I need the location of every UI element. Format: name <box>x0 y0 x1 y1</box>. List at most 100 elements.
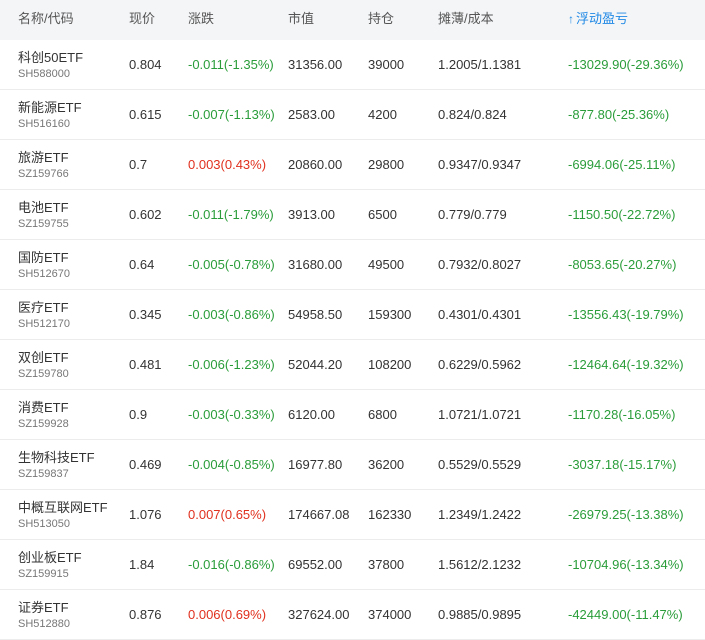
market-value: 52044.20 <box>288 357 343 372</box>
current-price: 0.469 <box>129 457 162 472</box>
fund-name: 消费ETF <box>18 400 69 415</box>
fund-name-code: 创业板ETF SZ159915 <box>18 540 128 589</box>
floating-pnl: -13029.90(-29.36%) <box>568 57 684 72</box>
fund-name-code: 双创ETF SZ159780 <box>18 340 128 389</box>
fund-name: 生物科技ETF <box>18 450 95 465</box>
floating-pnl: -1170.28(-16.05%) <box>568 407 676 422</box>
header-change[interactable]: 涨跌 <box>188 0 214 40</box>
price-change: -0.016(-0.86%) <box>188 557 275 572</box>
market-value: 2583.00 <box>288 107 335 122</box>
price-change: -0.005(-0.78%) <box>188 257 275 272</box>
price-change: -0.011(-1.79%) <box>188 207 274 222</box>
fund-name-code: 旅游ETF SZ159766 <box>18 140 128 189</box>
diluted-cost: 0.6229/0.5962 <box>438 357 522 372</box>
fund-code: SH516160 <box>18 118 70 130</box>
floating-pnl: -26979.25(-13.38%) <box>568 507 684 522</box>
price-change: 0.007(0.65%) <box>188 507 267 522</box>
table-row[interactable]: 双创ETF SZ159780 0.481 -0.006(-1.23%) 52044.20… <box>0 340 705 390</box>
diluted-cost: 0.5529/0.5529 <box>438 457 522 472</box>
holding-quantity: 37800 <box>368 557 405 572</box>
holding-quantity: 4200 <box>368 107 397 122</box>
fund-name: 创业板ETF <box>18 550 82 565</box>
current-price: 0.615 <box>129 107 162 122</box>
fund-name-code: 消费ETF SZ159928 <box>18 390 128 439</box>
current-price: 1.076 <box>129 507 162 522</box>
header-cost[interactable]: 摊薄/成本 <box>438 0 494 40</box>
market-value: 16977.80 <box>288 457 343 472</box>
table-row[interactable]: 医疗ETF SH512170 0.345 -0.003(-0.86%) 54958.50… <box>0 290 705 340</box>
header-market-value[interactable]: 市值 <box>288 0 314 40</box>
current-price: 0.7 <box>129 157 148 172</box>
fund-name: 新能源ETF <box>18 100 82 115</box>
floating-pnl: -877.80(-25.36%) <box>568 107 670 122</box>
diluted-cost: 0.779/0.779 <box>438 207 507 222</box>
sort-up-arrow-icon: ↑ <box>568 12 574 26</box>
current-price: 0.876 <box>129 607 162 622</box>
fund-name: 双创ETF <box>18 350 69 365</box>
table-row[interactable]: 创业板ETF SZ159915 1.84 -0.016(-0.86%) 69552.00… <box>0 540 705 590</box>
table-row[interactable]: 科创50ETF SH588000 0.804 -0.011(-1.35%) 31356.… <box>0 40 705 90</box>
price-change: -0.007(-1.13%) <box>188 107 275 122</box>
floating-pnl: -13556.43(-19.79%) <box>568 307 684 322</box>
diluted-cost: 1.5612/2.1232 <box>438 557 522 572</box>
holdings-table: 名称/代码 现价 涨跌 市值 持仓 摊薄/成本 ↑ 浮动盈亏 科创50ETF SH5… <box>0 0 705 640</box>
market-value: 54958.50 <box>288 307 343 322</box>
floating-pnl: -8053.65(-20.27%) <box>568 257 677 272</box>
diluted-cost: 0.9347/0.9347 <box>438 157 522 172</box>
fund-code: SH512670 <box>18 268 70 280</box>
fund-name-code: 科创50ETF SH588000 <box>18 40 128 89</box>
diluted-cost: 1.2349/1.2422 <box>438 507 522 522</box>
price-change: 0.006(0.69%) <box>188 607 267 622</box>
fund-name: 科创50ETF <box>18 50 84 65</box>
market-value: 174667.08 <box>288 507 350 522</box>
fund-name-code: 中概互联网ETF SH513050 <box>18 490 128 539</box>
market-value: 327624.00 <box>288 607 350 622</box>
table-row[interactable]: 旅游ETF SZ159766 0.7 0.003(0.43%) 20860.00 2980… <box>0 140 705 190</box>
fund-code: SZ159928 <box>18 418 69 430</box>
fund-name-code: 电池ETF SZ159755 <box>18 190 128 239</box>
table-row[interactable]: 证券ETF SH512880 0.876 0.006(0.69%) 327624.00 3… <box>0 590 705 640</box>
fund-name-code: 国防ETF SH512670 <box>18 240 128 289</box>
market-value: 3913.00 <box>288 207 335 222</box>
floating-pnl: -1150.50(-22.72%) <box>568 207 676 222</box>
current-price: 0.481 <box>129 357 162 372</box>
fund-name-code: 医疗ETF SH512170 <box>18 290 128 339</box>
holding-quantity: 49500 <box>368 257 405 272</box>
price-change: -0.006(-1.23%) <box>188 357 275 372</box>
holding-quantity: 39000 <box>368 57 405 72</box>
fund-code: SH512880 <box>18 618 70 630</box>
price-change: -0.003(-0.33%) <box>188 407 275 422</box>
current-price: 1.84 <box>129 557 155 572</box>
floating-pnl: -10704.96(-13.34%) <box>568 557 684 572</box>
holding-quantity: 159300 <box>368 307 412 322</box>
table-row[interactable]: 中概互联网ETF SH513050 1.076 0.007(0.65%) 174667.… <box>0 490 705 540</box>
fund-name: 电池ETF <box>18 200 69 215</box>
diluted-cost: 1.2005/1.1381 <box>438 57 522 72</box>
fund-name-code: 新能源ETF SH516160 <box>18 90 128 139</box>
header-price[interactable]: 现价 <box>129 0 155 40</box>
market-value: 31680.00 <box>288 257 343 272</box>
diluted-cost: 0.7932/0.8027 <box>438 257 522 272</box>
diluted-cost: 0.9885/0.9895 <box>438 607 522 622</box>
table-row[interactable]: 消费ETF SZ159928 0.9 -0.003(-0.33%) 6120.00 680… <box>0 390 705 440</box>
fund-name: 医疗ETF <box>18 300 69 315</box>
floating-pnl: -12464.64(-19.32%) <box>568 357 684 372</box>
header-name-code[interactable]: 名称/代码 <box>18 0 128 40</box>
current-price: 0.804 <box>129 57 162 72</box>
table-row[interactable]: 电池ETF SZ159755 0.602 -0.011(-1.79%) 3913.00 6… <box>0 190 705 240</box>
current-price: 0.602 <box>129 207 162 222</box>
holding-quantity: 108200 <box>368 357 412 372</box>
header-floating-pnl[interactable]: ↑ 浮动盈亏 <box>568 0 628 40</box>
header-floating-pnl-label: 浮动盈亏 <box>576 11 629 26</box>
table-header: 名称/代码 现价 涨跌 市值 持仓 摊薄/成本 ↑ 浮动盈亏 <box>0 0 705 40</box>
table-row[interactable]: 国防ETF SH512670 0.64 -0.005(-0.78%) 31680.00 4… <box>0 240 705 290</box>
price-change: -0.003(-0.86%) <box>188 307 275 322</box>
table-row[interactable]: 新能源ETF SH516160 0.615 -0.007(-1.13%) 2583.00… <box>0 90 705 140</box>
diluted-cost: 0.4301/0.4301 <box>438 307 522 322</box>
fund-name: 国防ETF <box>18 250 69 265</box>
header-holding[interactable]: 持仓 <box>368 0 394 40</box>
table-row[interactable]: 生物科技ETF SZ159837 0.469 -0.004(-0.85%) 16977.… <box>0 440 705 490</box>
fund-code: SH588000 <box>18 68 70 80</box>
current-price: 0.9 <box>129 407 148 422</box>
holding-quantity: 6800 <box>368 407 397 422</box>
